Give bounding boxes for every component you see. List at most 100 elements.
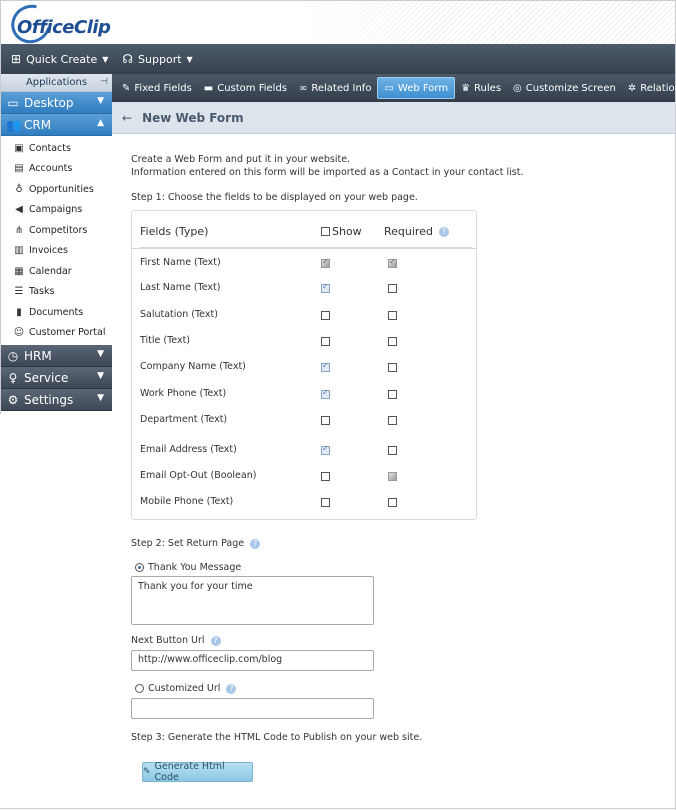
field-row: Last Name (Text) [132,280,476,298]
intro-line-2: Information entered on this form will be… [131,167,524,178]
required-checkbox[interactable] [388,284,397,293]
required-checkbox [388,472,397,481]
sidebar-item-campaigns[interactable]: ◀ Campaigns [1,200,112,221]
sidebar: Applications ⊣ ▭ Desktop ▼ 👥 CRM ▲ ▣ Cont… [0,74,112,414]
field-name: Work Phone (Text) [140,388,227,399]
back-arrow-icon[interactable]: ← [122,111,132,125]
tab-label: Customize Screen [525,82,616,94]
officeclip-logo[interactable]: OfficeClip [4,0,121,51]
sidebar-item-label: Invoices [29,245,68,257]
show-column-label: Show [332,225,362,238]
quick-create-label: Quick Create [26,52,98,66]
wrench-icon: ✎ [143,767,151,777]
required-checkbox[interactable] [388,363,397,372]
main-content: Create a Web Form and put it in your web… [112,134,676,810]
required-checkbox[interactable] [388,416,397,425]
cog-icon: ✲ [627,82,637,94]
accounts-icon: ▤ [14,163,24,175]
next-button-url-input[interactable]: http://www.officeclip.com/blog [131,650,374,671]
tab-label: Fixed Fields [134,82,192,94]
field-name: Title (Text) [140,335,191,346]
sidebar-section-desktop[interactable]: ▭ Desktop ▼ [1,92,112,114]
customized-url-label: Customized Url [148,683,221,694]
tab-web-form[interactable]: ▭ Web Form [377,77,456,99]
customized-url-radio[interactable] [135,684,144,693]
thank-you-message-value: Thank you for your time [138,581,253,592]
required-checkbox[interactable] [388,498,397,507]
sidebar-item-contacts[interactable]: ▣ Contacts [1,138,112,159]
required-column-header: Required? [384,225,449,238]
sidebar-section-service[interactable]: ♀ Service ▼ [1,367,112,389]
applications-bar[interactable]: Applications ⊣ [1,74,112,92]
field-row: Work Phone (Text) [132,386,476,404]
help-icon[interactable]: ? [226,683,237,694]
help-icon[interactable]: ? [250,539,261,549]
show-checkbox[interactable] [321,472,330,481]
field-row: Email Address (Text) [132,442,476,460]
tab-relations[interactable]: ✲Relations [622,77,676,99]
show-checkbox[interactable] [321,361,330,372]
show-checkbox[interactable] [321,388,330,399]
next-button-url-label: Next Button Url [131,635,205,646]
sidebar-item-accounts[interactable]: ▤ Accounts [1,159,112,180]
chevron-up-icon: ▲ [97,118,104,128]
support-menu[interactable]: ☊ Support ▼ [122,52,192,66]
tab-label: Custom Fields [217,82,288,94]
show-checkbox[interactable] [321,311,330,320]
required-checkbox[interactable] [388,390,397,399]
fields-column-header: Fields (Type) [140,225,209,238]
show-checkbox[interactable] [321,444,330,455]
page-title: New Web Form [142,110,244,125]
tab-label: Rules [474,82,502,94]
required-checkbox[interactable] [388,311,397,320]
tab-related-info[interactable]: ∞ Related Info [293,77,377,99]
thank-you-radio[interactable] [135,563,144,572]
quick-create-menu[interactable]: ⊞ Quick Create ▼ [11,52,108,66]
tab-customize-screen[interactable]: ◎ Customize Screen [507,77,622,99]
section-label: Desktop [24,95,74,110]
customized-url-input[interactable] [131,698,374,719]
show-column-header[interactable]: Show [321,225,362,238]
show-checkbox[interactable] [321,416,330,425]
field-name: Email Address (Text) [140,444,237,455]
field-row: Title (Text) [132,333,476,351]
thank-you-radio-option[interactable]: Thank You Message [135,562,241,573]
required-checkbox[interactable] [388,337,397,346]
generate-html-code-button[interactable]: ✎ Generate Html Code [142,761,253,783]
intro-text: Create a Web Form and put it in your web… [131,153,524,179]
users-icon: ☺ [13,327,25,339]
required-checkbox[interactable] [388,446,397,455]
customized-url-radio-option[interactable]: Customized Url? [135,683,237,694]
tab-label: Related Info [311,82,372,94]
sidebar-section-hrm[interactable]: ◷ HRM ▼ [1,345,112,367]
sidebar-section-settings[interactable]: ⚙ Settings ▼ [1,389,112,411]
sidebar-item-tasks[interactable]: ☰ Tasks [1,282,112,303]
show-checkbox[interactable] [321,498,330,507]
show-checkbox[interactable] [321,337,330,346]
next-button-url-label-row: Next Button Url? [131,635,221,646]
sidebar-item-label: Tasks [29,286,55,298]
sidebar-item-invoices[interactable]: ▥ Invoices [1,241,112,262]
sidebar-item-calendar[interactable]: ▦ Calendar [1,261,112,282]
chevron-down-icon: ▼ [97,349,104,359]
tab-rules[interactable]: ♛ Rules [455,77,507,99]
help-icon[interactable]: ? [210,636,221,646]
tab-custom-fields[interactable]: ▬ Custom Fields [198,77,293,99]
show-checkbox[interactable] [321,282,330,293]
sidebar-item-label: Customer Portal [29,327,106,339]
pin-icon[interactable]: ⊣ [100,77,108,87]
tab-fixed-fields[interactable]: ✎ Fixed Fields [116,77,198,99]
section-label: Settings [24,392,74,407]
clock-icon: ◷ [7,348,19,363]
gear-icon: ◎ [513,82,522,94]
help-icon[interactable]: ? [438,227,449,237]
sidebar-item-opportunities[interactable]: ♁ Opportunities [1,179,112,200]
thank-you-message-textarea[interactable]: Thank you for your time [131,576,374,625]
field-row: Mobile Phone (Text) [132,494,476,512]
field-name: First Name (Text) [140,257,221,268]
show-all-checkbox[interactable] [321,227,330,236]
sidebar-item-documents[interactable]: ▮ Documents [1,302,112,323]
sidebar-section-crm[interactable]: 👥 CRM ▲ [1,114,112,136]
sidebar-item-competitors[interactable]: ⋔ Competitors [1,220,112,241]
sidebar-item-customer-portal[interactable]: ☺ Customer Portal [1,323,112,344]
